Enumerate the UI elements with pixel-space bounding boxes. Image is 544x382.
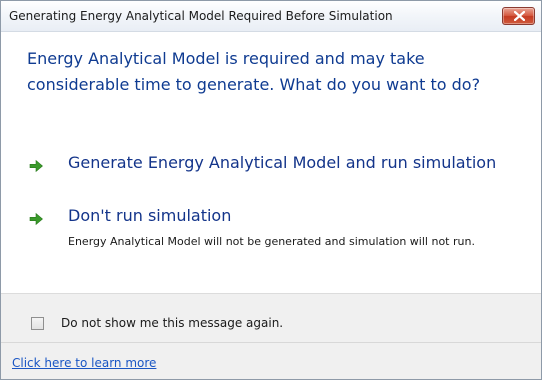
footer-divider [1, 342, 541, 343]
dialog-window: Generating Energy Analytical Model Requi… [0, 0, 542, 380]
green-arrow-icon [28, 158, 44, 174]
dont-show-again-label[interactable]: Do not show me this message again. [61, 316, 283, 330]
dont-show-again-checkbox[interactable] [31, 317, 44, 330]
generate-and-run-option[interactable]: Generate Energy Analytical Model and run… [27, 153, 527, 181]
dont-run-option[interactable]: Don't run simulation Energy Analytical M… [27, 206, 527, 268]
window-title: Generating Energy Analytical Model Requi… [9, 9, 393, 23]
green-arrow-icon [28, 211, 44, 227]
learn-more-link[interactable]: Click here to learn more [12, 356, 156, 370]
title-bar: Generating Energy Analytical Model Requi… [1, 1, 541, 32]
footer-area: Do not show me this message again. Click… [1, 293, 541, 379]
dont-run-note: Energy Analytical Model will not be gene… [68, 235, 475, 248]
close-icon [514, 11, 525, 21]
close-button[interactable] [502, 7, 535, 25]
generate-and-run-label: Generate Energy Analytical Model and run… [68, 153, 497, 172]
main-instruction: Energy Analytical Model is required and … [27, 49, 481, 94]
dont-run-label: Don't run simulation [68, 206, 232, 225]
